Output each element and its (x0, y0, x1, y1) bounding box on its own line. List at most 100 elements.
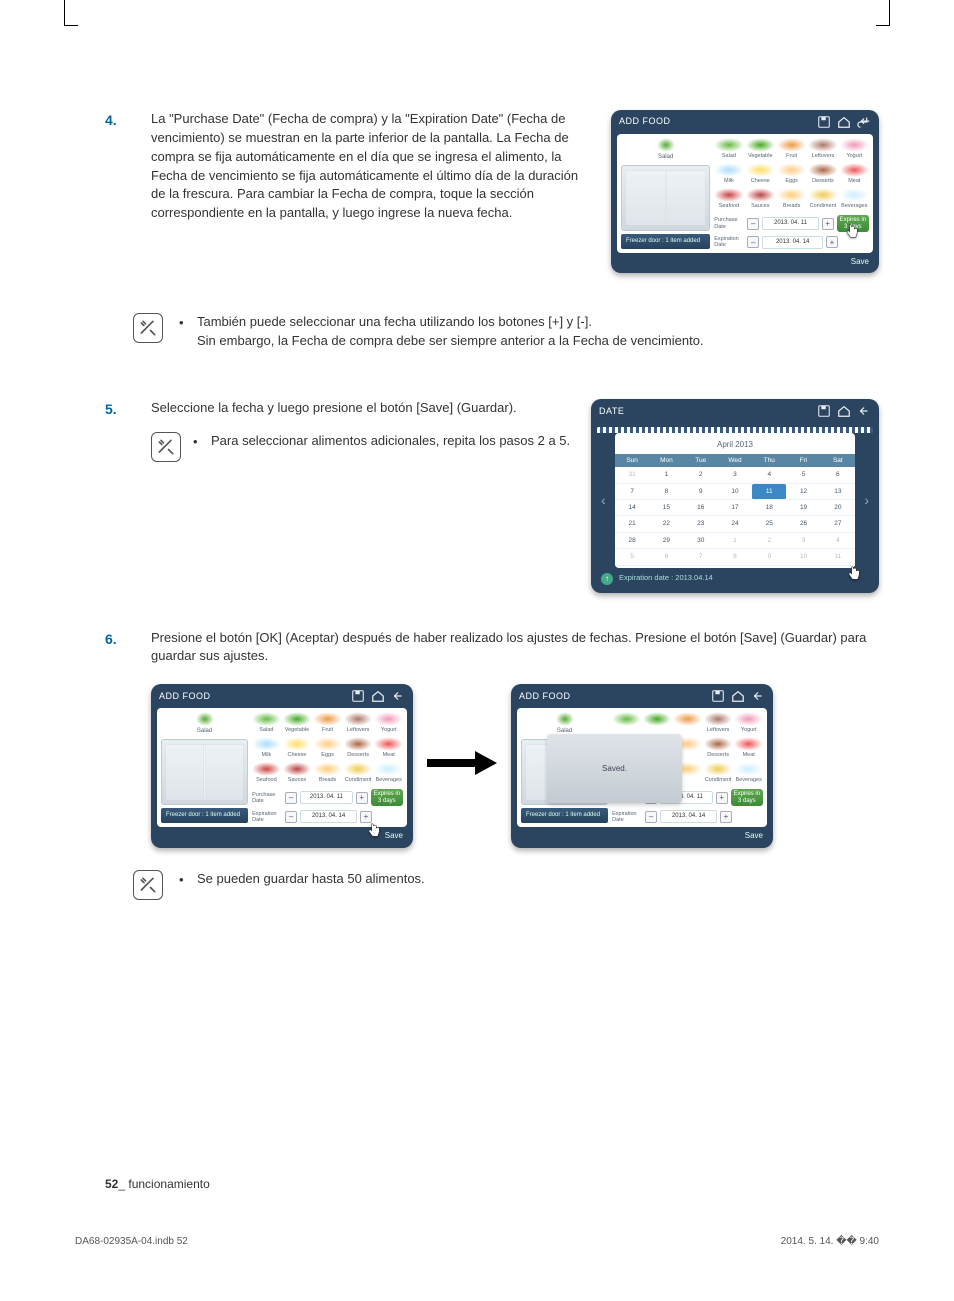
food-item[interactable]: Breads (777, 188, 806, 211)
food-item[interactable]: Leftovers (704, 712, 733, 735)
calendar-day[interactable]: 19 (786, 500, 820, 516)
food-item[interactable]: Condiment (344, 762, 373, 785)
calendar-day[interactable]: 8 (649, 484, 683, 500)
save-disk-icon[interactable] (817, 404, 831, 418)
decrement-button[interactable]: – (747, 218, 759, 230)
food-item[interactable]: Beverages (840, 188, 869, 211)
food-item[interactable]: Leftovers (808, 138, 837, 161)
calendar-day[interactable]: 2 (684, 467, 718, 483)
calendar-day[interactable]: 29 (649, 533, 683, 549)
calendar-day[interactable]: 11 (752, 484, 786, 500)
food-item[interactable]: Fruit (777, 138, 806, 161)
food-item[interactable]: Fruit (313, 712, 342, 735)
calendar-day[interactable]: 17 (718, 500, 752, 516)
food-item[interactable]: Yogurt (374, 712, 403, 735)
food-item[interactable]: Eggs (777, 163, 806, 186)
food-item[interactable]: Sauces (283, 762, 312, 785)
food-item[interactable]: Cheese (746, 163, 775, 186)
mock-footer-save[interactable]: Save (511, 827, 773, 848)
purchase-date-value[interactable]: 2013. 04. 11 (762, 217, 818, 230)
calendar-day[interactable]: 12 (786, 484, 820, 500)
save-disk-icon[interactable] (351, 689, 365, 703)
food-item[interactable]: Meat (840, 163, 869, 186)
food-item[interactable]: Salad (252, 712, 281, 735)
expiration-date-value[interactable]: 2013. 04. 14 (762, 236, 823, 249)
decrement-button[interactable]: – (285, 792, 297, 804)
food-item[interactable]: Beverages (374, 762, 403, 785)
decrement-button[interactable]: – (645, 811, 657, 823)
calendar-day[interactable]: 21 (615, 516, 649, 532)
expiration-date-value[interactable]: 2013. 04. 14 (300, 810, 357, 823)
next-month-button[interactable]: › (864, 490, 869, 510)
save-disk-icon[interactable] (711, 689, 725, 703)
calendar-day[interactable]: 14 (615, 500, 649, 516)
increment-button[interactable]: + (822, 218, 834, 230)
decrement-button[interactable]: – (285, 811, 297, 823)
food-item[interactable]: Vegetable (283, 712, 312, 735)
back-icon[interactable] (751, 689, 765, 703)
food-item[interactable]: Desserts (344, 737, 373, 760)
home-icon[interactable] (837, 404, 851, 418)
home-icon[interactable] (837, 115, 851, 129)
food-item[interactable]: Condiment (704, 762, 733, 785)
home-icon[interactable] (731, 689, 745, 703)
food-item[interactable]: Beverages (734, 762, 763, 785)
calendar-day[interactable]: 5 (786, 467, 820, 483)
food-item[interactable]: Breads (313, 762, 342, 785)
selected-food-chip[interactable]: Salad (521, 712, 608, 736)
calendar-day[interactable]: 22 (649, 516, 683, 532)
food-item[interactable]: Milk (252, 737, 281, 760)
calendar-day[interactable]: 24 (718, 516, 752, 532)
purchase-date-value[interactable]: 2013. 04. 11 (300, 791, 353, 804)
home-icon[interactable] (371, 689, 385, 703)
calendar-day[interactable]: 26 (786, 516, 820, 532)
expiration-date-value[interactable]: 2013. 04. 14 (660, 810, 717, 823)
increment-button[interactable]: + (826, 236, 838, 248)
calendar-day[interactable]: 27 (821, 516, 855, 532)
calendar-day[interactable]: 28 (615, 533, 649, 549)
prev-month-button[interactable]: ‹ (601, 490, 606, 510)
food-item[interactable]: Sauces (746, 188, 775, 211)
calendar-day[interactable]: 20 (821, 500, 855, 516)
calendar-day[interactable]: 4 (752, 467, 786, 483)
calendar-day[interactable]: 18 (752, 500, 786, 516)
calendar-day[interactable]: 1 (649, 467, 683, 483)
increment-button[interactable]: + (720, 811, 732, 823)
calendar-day[interactable]: 6 (821, 467, 855, 483)
selected-food-chip[interactable]: Salad (161, 712, 248, 736)
food-item[interactable]: Salad (714, 138, 743, 161)
food-item[interactable]: Desserts (704, 737, 733, 760)
calendar-day[interactable]: 15 (649, 500, 683, 516)
mock-footer-save[interactable]: Save (611, 253, 879, 274)
food-item[interactable]: Desserts (808, 163, 837, 186)
food-item[interactable]: Meat (734, 737, 763, 760)
increment-button[interactable]: + (716, 792, 728, 804)
food-item[interactable]: Cheese (283, 737, 312, 760)
increment-button[interactable]: + (356, 792, 368, 804)
calendar-day[interactable]: 25 (752, 516, 786, 532)
calendar-day[interactable]: 30 (684, 533, 718, 549)
calendar-day[interactable]: 23 (684, 516, 718, 532)
calendar-day[interactable]: 7 (615, 484, 649, 500)
calendar-day[interactable]: 3 (718, 467, 752, 483)
calendar-day[interactable]: 9 (684, 484, 718, 500)
back-icon[interactable] (857, 404, 871, 418)
back-icon[interactable] (391, 689, 405, 703)
calendar-day[interactable]: 13 (821, 484, 855, 500)
calendar-day[interactable]: 16 (684, 500, 718, 516)
food-item[interactable]: Seafood (252, 762, 281, 785)
food-item[interactable]: Leftovers (344, 712, 373, 735)
food-item[interactable]: Meat (374, 737, 403, 760)
food-item[interactable]: Vegetable (746, 138, 775, 161)
food-item[interactable]: Milk (714, 163, 743, 186)
calendar-day[interactable]: 10 (718, 484, 752, 500)
save-disk-icon[interactable] (817, 115, 831, 129)
food-item[interactable]: Yogurt (734, 712, 763, 735)
decrement-button[interactable]: – (747, 236, 759, 248)
back-icon[interactable] (857, 115, 871, 129)
food-item[interactable]: Eggs (313, 737, 342, 760)
food-item[interactable]: Seafood (714, 188, 743, 211)
selected-food-chip[interactable]: Salad (621, 138, 710, 162)
increment-button[interactable]: + (360, 811, 372, 823)
food-item[interactable]: Condiment (808, 188, 837, 211)
